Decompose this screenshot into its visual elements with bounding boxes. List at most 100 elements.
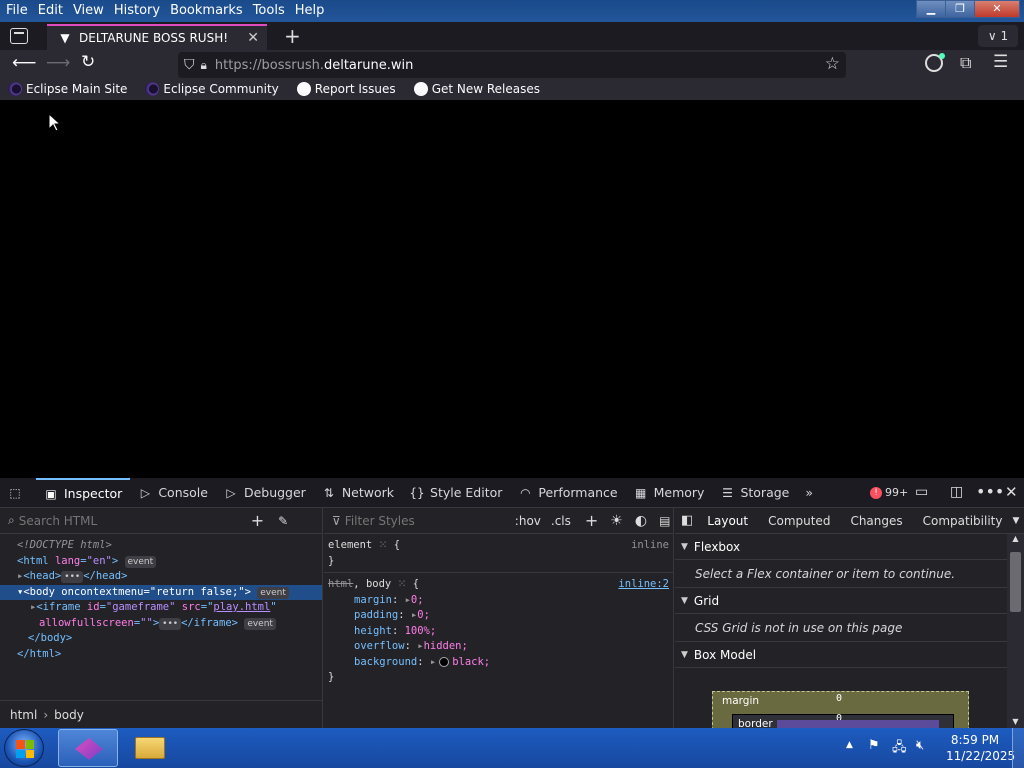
ellipsis-badge[interactable]: ••• — [159, 617, 182, 630]
scrollbar[interactable]: ▲ ▼ — [1007, 534, 1024, 728]
attr-link[interactable]: play.html — [213, 601, 270, 613]
hamburger-menu-icon[interactable]: ☰ — [993, 52, 1008, 72]
close-window-button[interactable]: ✕ — [974, 0, 1020, 18]
eyedropper-icon[interactable]: ✎ — [278, 514, 288, 528]
bookmark-eclipse-main[interactable]: Eclipse Main Site — [0, 82, 127, 96]
scroll-down-icon[interactable]: ▼ — [1007, 717, 1024, 726]
show-desktop-button[interactable] — [1012, 728, 1024, 768]
lock-icon[interactable]: 🔒︎ — [201, 58, 207, 73]
breadcrumb-item[interactable]: html — [10, 708, 37, 722]
toggle-sidebar-icon[interactable]: ◧ — [681, 513, 693, 528]
tab-inspector[interactable]: ▣ Inspector — [36, 477, 131, 508]
box-model-section-header[interactable]: ▼ Box Model — [675, 642, 1007, 668]
back-icon[interactable]: ⟵ — [12, 53, 36, 73]
menu-edit[interactable]: Edit — [33, 1, 68, 21]
shield-icon[interactable]: ⛉ — [184, 57, 195, 73]
menu-bookmarks[interactable]: Bookmarks — [165, 1, 248, 21]
tree-row-body-close[interactable]: </body> — [0, 631, 322, 647]
forward-icon[interactable]: ⟶ — [46, 53, 70, 73]
new-tab-button[interactable]: + — [284, 24, 301, 48]
element-picker-button[interactable]: ⬚ — [0, 478, 36, 508]
event-badge[interactable]: event — [124, 555, 157, 568]
dark-theme-icon[interactable]: ◐ — [635, 513, 647, 529]
tree-row-head[interactable]: ▸<head> ••• </head> — [0, 569, 322, 585]
tab-layout[interactable]: Layout — [707, 514, 748, 528]
volume-muted-icon[interactable]: 🔇︎ — [916, 738, 924, 753]
decl-padding[interactable]: padding: ▸0; — [328, 608, 669, 624]
taskbar-browser-button[interactable] — [58, 729, 118, 767]
decl-margin[interactable]: margin: ▸0; — [328, 593, 669, 609]
search-html-input[interactable] — [18, 513, 229, 528]
scrollbar-thumb[interactable] — [1010, 552, 1021, 612]
action-center-icon[interactable]: ⚑ — [868, 738, 880, 753]
tab-storage[interactable]: ☰ Storage — [712, 478, 797, 508]
taskbar-explorer-button[interactable] — [122, 730, 178, 766]
tab-list-button[interactable]: ∨ 1 — [978, 25, 1018, 47]
overflow-tabs-button[interactable]: » — [797, 478, 821, 508]
tree-row-iframe[interactable]: ▸<iframe id="gameframe" src="play.html" — [0, 600, 322, 616]
tab-debugger[interactable]: ▷ Debugger — [216, 478, 314, 508]
bookmark-star-icon[interactable]: ☆ — [825, 54, 840, 74]
hov-toggle[interactable]: :hov — [515, 514, 541, 528]
tab-deltarune[interactable]: ▼ DELTARUNE BOSS RUSH! ✕ — [47, 24, 267, 50]
tree-row-iframe-cont[interactable]: allowfullscreen=""> ••• </iframe> event — [0, 616, 322, 632]
bookmark-get-new-releases[interactable]: Get New Releases — [406, 82, 540, 96]
tree-row-doctype[interactable]: <!DOCTYPE html> — [0, 538, 322, 554]
tree-row-body-selected[interactable]: ▾<body oncontextmenu="return false;"> ev… — [0, 584, 322, 600]
tab-network[interactable]: ⇅ Network — [314, 478, 402, 508]
light-theme-icon[interactable]: ☀ — [610, 513, 623, 529]
cls-toggle[interactable]: .cls — [551, 514, 571, 528]
box-margin[interactable]: margin 0 border 0 — [712, 691, 969, 728]
expand-arrow-icon[interactable]: ▸ — [430, 656, 436, 668]
clock[interactable]: 8:59 PM 11/22/2025 — [946, 732, 1015, 764]
decl-height[interactable]: height: 100%; — [328, 624, 669, 640]
event-badge[interactable]: event — [257, 586, 289, 599]
menu-help[interactable]: Help — [290, 1, 330, 21]
breadcrumb-item[interactable]: body — [54, 708, 84, 722]
restore-button[interactable]: ❐ — [945, 0, 975, 18]
box-border[interactable]: border 0 — [732, 713, 954, 728]
show-hidden-icons-icon[interactable]: ▲ — [846, 740, 853, 750]
ellipsis-badge[interactable]: ••• — [61, 571, 84, 583]
margin-value[interactable]: 0 — [836, 693, 842, 704]
rule-source-link[interactable]: inline:2 — [618, 577, 669, 593]
add-rule-icon[interactable]: + — [585, 511, 598, 530]
tab-performance[interactable]: ◠ Performance — [510, 478, 625, 508]
firefox-view-icon[interactable] — [10, 28, 28, 44]
start-button[interactable] — [4, 729, 44, 767]
menu-tools[interactable]: Tools — [248, 1, 290, 21]
color-swatch[interactable] — [439, 656, 450, 667]
menu-view[interactable]: View — [68, 1, 109, 21]
menu-file[interactable]: File — [0, 1, 33, 21]
responsive-design-icon[interactable]: ▭ — [915, 484, 928, 500]
tab-memory[interactable]: ▦ Memory — [626, 478, 713, 508]
tab-computed[interactable]: Computed — [768, 514, 830, 528]
flexbox-section-header[interactable]: ▼ Flexbox — [675, 534, 1007, 560]
bookmark-report-issues[interactable]: Report Issues — [289, 82, 396, 96]
minimize-button[interactable]: ▁ — [916, 0, 946, 18]
decl-background[interactable]: background: ▸ black; — [328, 655, 669, 671]
menu-history[interactable]: History — [109, 1, 165, 21]
tab-style-editor[interactable]: {} Style Editor — [402, 478, 510, 508]
event-badge[interactable]: event — [244, 617, 276, 630]
box-padding[interactable] — [777, 720, 939, 728]
more-options-icon[interactable]: ••• — [976, 482, 1004, 501]
tab-console[interactable]: ▷ Console — [130, 478, 216, 508]
error-count-badge[interactable]: ! 99+ — [870, 486, 908, 499]
scroll-up-icon[interactable]: ▲ — [1007, 534, 1024, 543]
extensions-icon[interactable]: ⧉ — [960, 53, 971, 73]
tab-compatibility[interactable]: Compatibility — [923, 514, 1003, 528]
close-devtools-icon[interactable]: ✕ — [1005, 483, 1018, 501]
tab-changes[interactable]: Changes — [850, 514, 902, 528]
reload-icon[interactable]: ↻ — [81, 52, 95, 72]
filter-styles-input[interactable] — [344, 513, 495, 528]
print-media-icon[interactable]: ▤ — [659, 514, 670, 528]
tree-row-html[interactable]: <html lang="en"> event — [0, 554, 322, 570]
tree-row-html-close[interactable]: </html> — [0, 647, 322, 663]
network-icon[interactable]: 🖧 — [892, 738, 907, 760]
tab-close-icon[interactable]: ✕ — [247, 30, 259, 46]
grid-section-header[interactable]: ▼ Grid — [675, 588, 1007, 614]
url-bar[interactable]: ⛉ 🔒︎ https://bossrush. deltarune.win ☆ — [178, 52, 846, 78]
page-content[interactable] — [0, 100, 1024, 478]
chevron-down-icon[interactable]: ▼ — [1013, 516, 1020, 526]
